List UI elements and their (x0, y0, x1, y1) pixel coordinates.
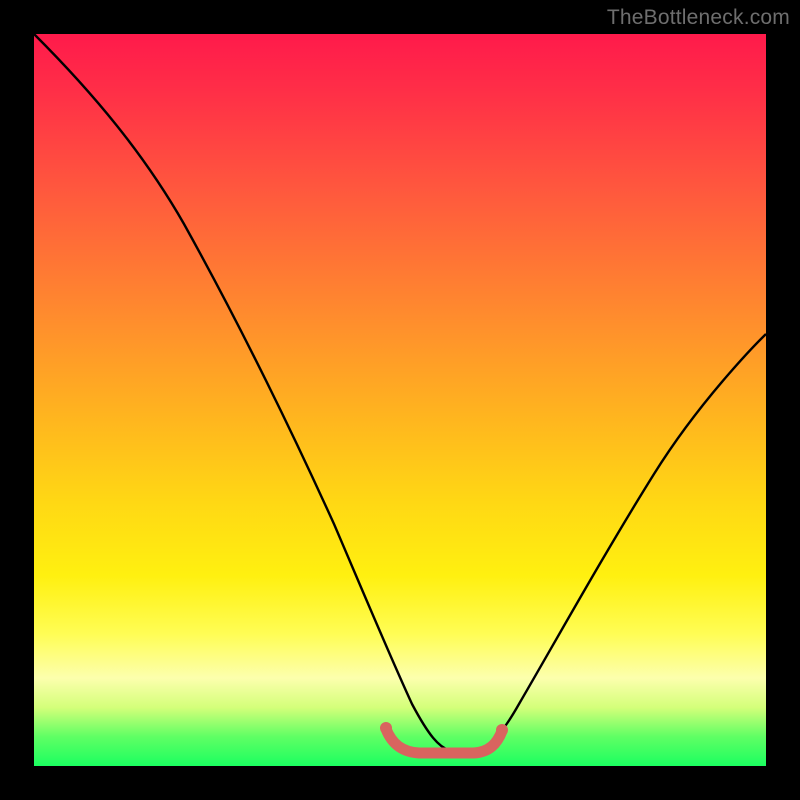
bottleneck-curve (34, 34, 766, 750)
valley-marker-dot-left (380, 722, 392, 734)
valley-marker-dot-right (496, 724, 508, 736)
plot-area (34, 34, 766, 766)
chart-frame: TheBottleneck.com (0, 0, 800, 800)
watermark-text: TheBottleneck.com (607, 6, 790, 30)
valley-marker (386, 729, 502, 753)
chart-svg (34, 34, 766, 766)
